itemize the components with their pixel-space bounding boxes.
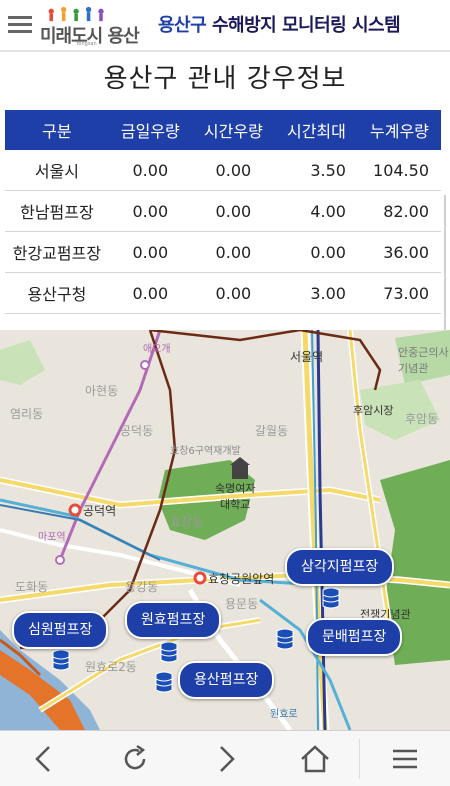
station-name: 서울시 (5, 150, 109, 191)
map-label: 효창6구역재개발 (170, 446, 241, 457)
pump-station-yongsan[interactable]: 용산펌프장 (178, 661, 275, 699)
menu-button[interactable] (360, 731, 450, 786)
today-rainfall: 0.00 (108, 272, 192, 314)
pump-station-samgakji[interactable]: 삼각지펌프장 (285, 548, 395, 586)
pump-station-simwon[interactable]: 심원펌프장 (12, 611, 109, 649)
today-rainfall: 0.00 (108, 150, 192, 191)
app-title-rest: 수해방지 모니터링 시스템 (206, 15, 401, 36)
map-label: 후암동 (405, 412, 439, 426)
menu-icon (393, 749, 417, 769)
forward-icon (220, 746, 235, 772)
map-label: 원효로 (270, 709, 298, 720)
map-label: 애오개 (143, 344, 171, 355)
pump-station-icon[interactable] (322, 586, 340, 610)
station-name: 한남펌프장 (5, 190, 109, 232)
table-row: 서울시 0.00 0.00 3.50 104.50 (5, 150, 441, 191)
station-name: 용산구청 (5, 272, 109, 314)
station-name: 한강교펌프장 (5, 231, 109, 273)
map-label: 용강동 (125, 580, 159, 594)
page-title: 용산구 관내 강우정보 (103, 64, 347, 94)
map-label: 효창동 (170, 515, 204, 529)
hourly-max: 3.00 (274, 272, 358, 314)
column-header: 시간최대 (274, 110, 358, 150)
map-label: 염리동 (10, 407, 44, 421)
hourly-rainfall: 0.00 (191, 150, 275, 191)
map-label: 후암시장 (353, 404, 394, 417)
pump-station-icon[interactable] (276, 627, 294, 651)
cumulative-rainfall: 104.50 (357, 150, 441, 191)
pump-station-icon[interactable] (155, 670, 173, 694)
pump-station-wonhyo[interactable]: 원효펌프장 (125, 601, 222, 639)
pump-station-munbae[interactable]: 문배펌프장 (306, 618, 403, 656)
forward-button[interactable] (180, 731, 270, 786)
scrollbar[interactable] (444, 195, 446, 345)
rainfall-table: 구분 금일우량 시간우량 시간최대 누계우량 서울시 0.00 0.00 3.5… (5, 110, 441, 314)
browser-navbar (0, 730, 450, 786)
map-label: 도화동 (15, 580, 49, 594)
map-label: 공덕동 (120, 424, 154, 438)
app-header: 미래도시 용산 Yongsan 용산구 수해방지 모니터링 시스템 (0, 0, 450, 52)
table-row: 용산구청 0.00 0.00 3.00 73.00 (5, 272, 441, 314)
column-header: 금일우량 (108, 110, 192, 150)
map-view[interactable]: 서울역 안중근의사 기념관 후암시장 후암동 아현동 공덕동 애오개 염리동 효… (0, 330, 450, 730)
map-label: 아현동 (85, 384, 119, 398)
column-header: 누계우량 (357, 110, 441, 150)
table-header-row: 구분 금일우량 시간우량 시간최대 누계우량 (5, 110, 441, 150)
logo-figures-icon (48, 6, 104, 22)
cumulative-rainfall: 73.00 (357, 272, 441, 314)
hourly-rainfall: 0.00 (191, 272, 275, 314)
today-rainfall: 0.00 (108, 231, 192, 273)
table-row: 한남펌프장 0.00 0.00 4.00 82.00 (5, 190, 441, 232)
column-header: 시간우량 (191, 110, 275, 150)
map-label: 서울역 (290, 350, 324, 364)
home-button[interactable] (270, 731, 360, 786)
app-title: 용산구 수해방지 모니터링 시스템 (158, 11, 401, 37)
map-label: 숙명여자 대학교 (215, 482, 256, 511)
hamburger-menu-icon[interactable] (8, 16, 32, 34)
table-row: 한강교펌프장 0.00 0.00 0.00 36.00 (5, 231, 441, 273)
map-label: 갈월동 (255, 424, 289, 438)
today-rainfall: 0.00 (108, 190, 192, 232)
refresh-icon (124, 744, 146, 770)
back-icon (35, 746, 50, 772)
hourly-rainfall: 0.00 (191, 190, 275, 232)
refresh-button[interactable] (90, 731, 180, 786)
hourly-max: 3.50 (274, 150, 358, 191)
cumulative-rainfall: 36.00 (357, 231, 441, 273)
cumulative-rainfall: 82.00 (357, 190, 441, 232)
yongsan-logo[interactable]: 미래도시 용산 Yongsan (38, 4, 148, 47)
pump-station-icon[interactable] (160, 640, 178, 664)
back-button[interactable] (0, 731, 90, 786)
map-label: 안중근의사 기념관 (398, 346, 449, 375)
map-label: 효창공원앞역 (208, 572, 275, 586)
column-header: 구분 (5, 110, 109, 150)
map-label: 용문동 (225, 597, 259, 611)
map-label: 원효로2동 (85, 660, 137, 674)
hourly-max: 0.00 (274, 231, 358, 273)
app-title-accent: 용산구 (158, 15, 207, 36)
map-label: 공덕역 (83, 504, 117, 518)
pump-station-icon[interactable] (52, 648, 70, 672)
map-label: 마포역 (38, 532, 66, 543)
hourly-rainfall: 0.00 (191, 231, 275, 273)
home-icon (301, 745, 329, 773)
logo-subtext: Yongsan (76, 41, 97, 47)
hourly-max: 4.00 (274, 190, 358, 232)
